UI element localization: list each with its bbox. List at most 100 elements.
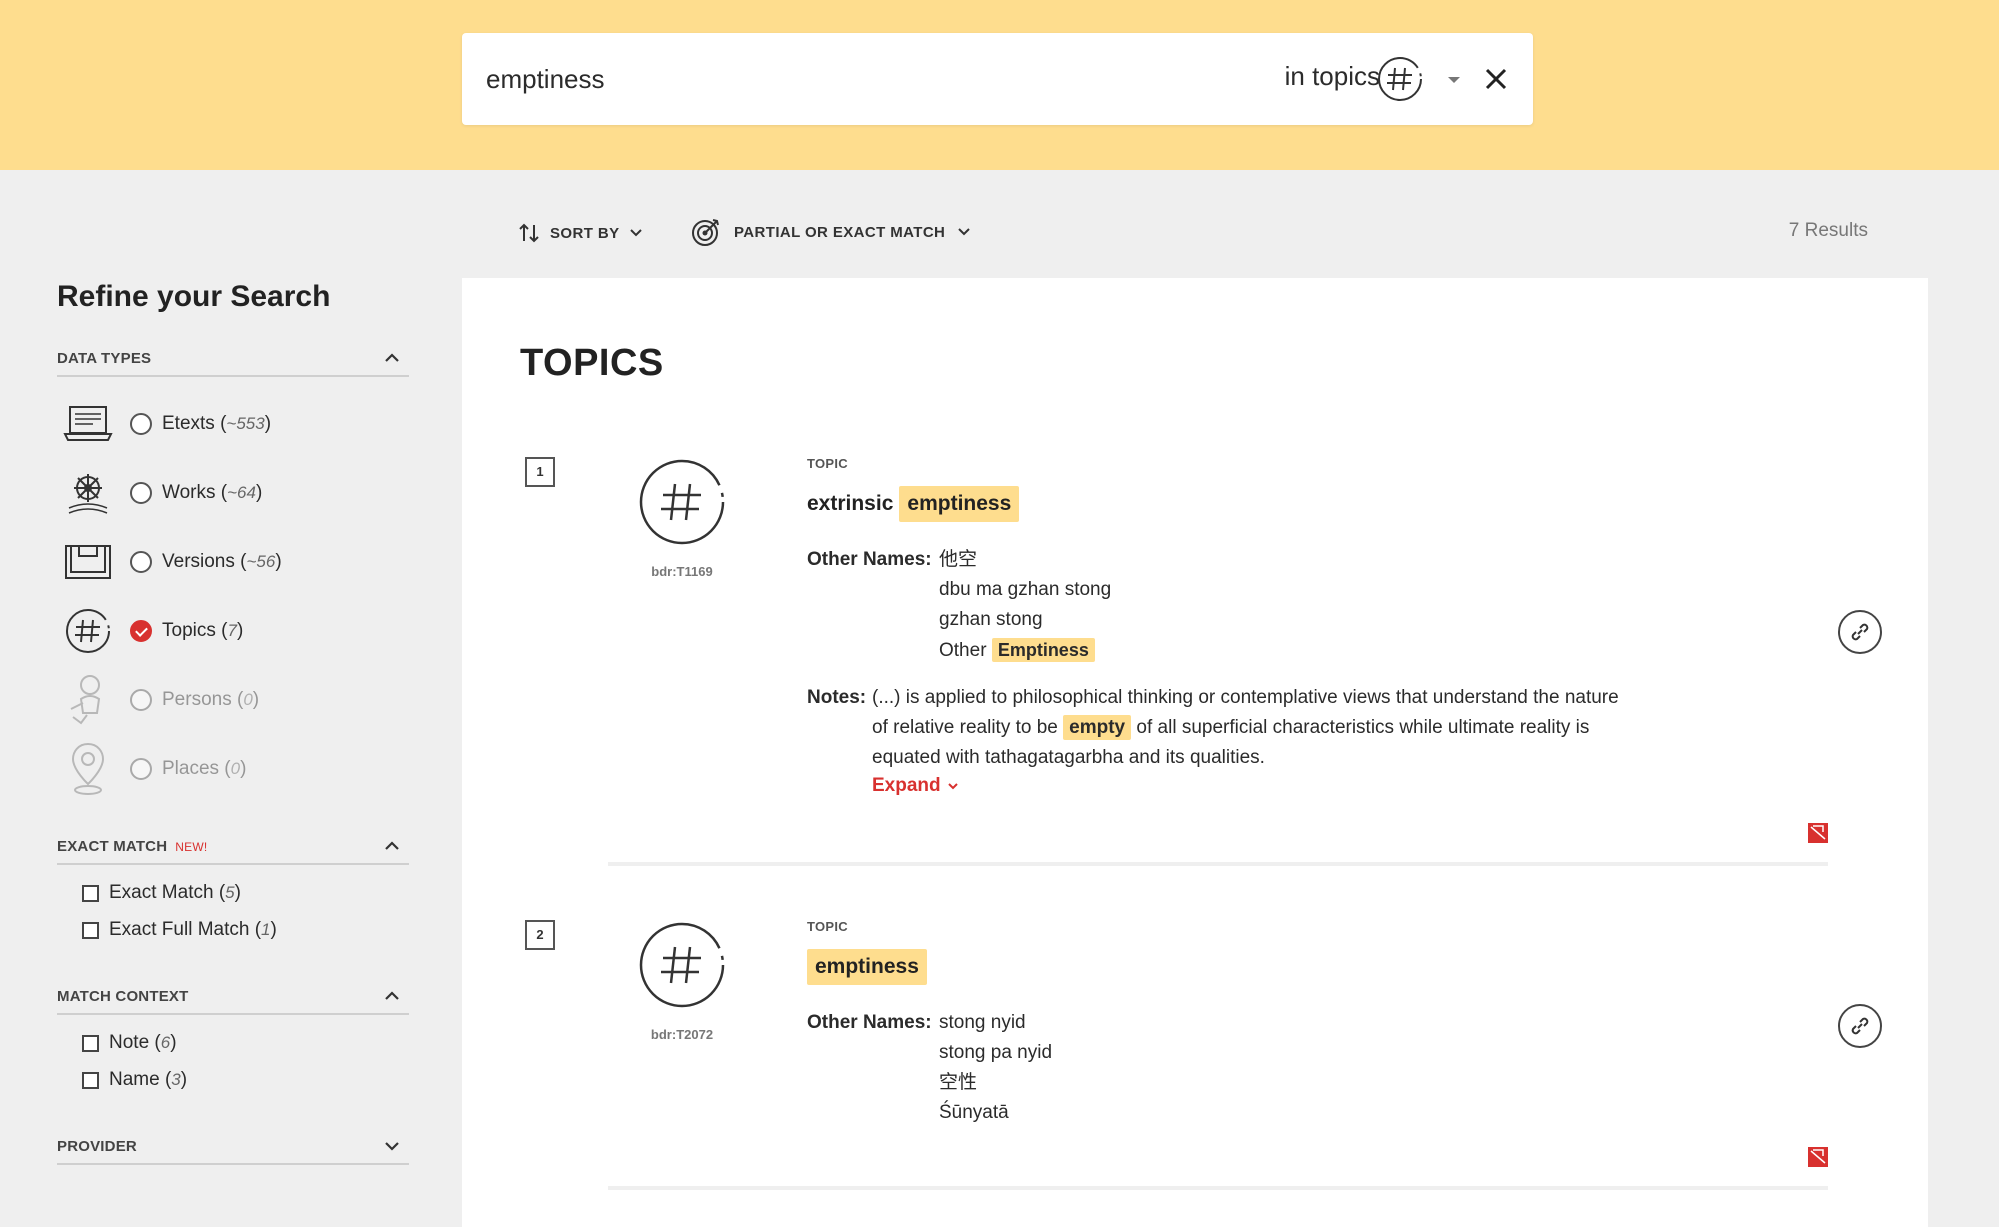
sort-arrows-icon: [519, 223, 539, 243]
close-icon[interactable]: [1480, 63, 1512, 95]
data-type-etexts[interactable]: Etexts (~553): [60, 394, 271, 454]
data-type-works[interactable]: Works (~64): [60, 463, 262, 523]
permalink-button[interactable]: [1838, 1004, 1882, 1048]
notes-line: of relative reality to be empty of all s…: [872, 713, 1732, 743]
hashtag-icon[interactable]: [638, 458, 726, 546]
checkbox-note[interactable]: Note (6): [82, 1032, 177, 1054]
result-kind: TOPIC: [807, 456, 848, 471]
notes-line: (...) is applied to philosophical thinki…: [872, 687, 1619, 708]
provider-logo-icon[interactable]: [1808, 1147, 1828, 1167]
other-name: 空性: [939, 1072, 978, 1093]
data-type-label: Etexts: [162, 413, 215, 434]
data-type-count: 7: [227, 621, 237, 640]
data-type-places[interactable]: Places (0): [60, 739, 246, 799]
other-name: Śūnyatā: [939, 1102, 1009, 1123]
facet-header-exact-match[interactable]: EXACT MATCH NEW!: [57, 829, 409, 865]
checkbox[interactable]: [82, 884, 99, 902]
checkbox[interactable]: [82, 921, 99, 939]
result-title[interactable]: extrinsic emptiness: [807, 486, 1020, 522]
checkbox-name[interactable]: Name (3): [82, 1069, 187, 1091]
facet-header-provider[interactable]: PROVIDER: [57, 1129, 409, 1165]
facet-header-data-types[interactable]: DATA TYPES: [57, 341, 409, 377]
data-type-label: Topics: [162, 620, 216, 641]
match-mode-button[interactable]: PARTIAL OR EXACT MATCH: [690, 215, 971, 249]
chevron-down-icon: [630, 229, 643, 237]
facet-heading: DATA TYPES: [57, 349, 152, 367]
result-title[interactable]: emptiness: [807, 949, 927, 985]
other-name-prefix: Other: [939, 640, 987, 661]
other-name: stong pa nyid: [939, 1042, 1053, 1063]
other-names-list: 他空 dbu ma gzhan stong gzhan stong Other …: [939, 545, 1111, 666]
hashtag-icon[interactable]: [1376, 55, 1424, 103]
sort-by-button[interactable]: SORT BY: [518, 218, 643, 248]
section-title: TOPICS: [520, 342, 664, 384]
checkbox-exact-match[interactable]: Exact Match (5): [82, 882, 241, 904]
checkbox-label: Name: [109, 1069, 160, 1090]
chevron-down-icon: [958, 228, 971, 236]
radio-topics[interactable]: [130, 620, 152, 642]
field-label: Notes:: [807, 687, 867, 708]
dharma-wheel-icon: [60, 465, 116, 521]
radio-persons[interactable]: [130, 689, 152, 711]
scope-dropdown-caret-icon[interactable]: [1443, 69, 1465, 91]
other-names-list: stong nyid stong pa nyid 空性 Śūnyatā: [939, 1008, 1052, 1128]
checkbox[interactable]: [82, 1071, 99, 1089]
data-type-count: ~56: [246, 552, 276, 571]
link-icon: [1851, 623, 1869, 641]
result-separator: [608, 1186, 1828, 1190]
expand-label: Expand: [872, 775, 941, 796]
radio-versions[interactable]: [130, 551, 152, 573]
field-label: Other Names:: [807, 549, 932, 570]
notes-text: (...) is applied to philosophical thinki…: [872, 683, 1732, 773]
results-panel: TOPICS 1 bdr:T1169 TOPIC extrinsic empti…: [462, 278, 1928, 1227]
person-icon: [60, 672, 116, 728]
notes-line: equated with tathagatagarbha and its qua…: [872, 747, 1265, 768]
link-icon: [1851, 1017, 1869, 1035]
data-type-label: Persons: [162, 689, 232, 710]
refine-title: Refine your Search: [57, 280, 331, 313]
chevron-up-icon: [385, 841, 399, 850]
chevron-up-icon: [385, 353, 399, 362]
target-icon: [692, 219, 719, 246]
search-header: in topics: [0, 0, 1999, 170]
hashtag-icon: [60, 603, 116, 659]
search-input[interactable]: [486, 59, 1186, 99]
radio-works[interactable]: [130, 482, 152, 504]
other-name: dbu ma gzhan stong: [939, 579, 1112, 600]
notes-fragment: of relative reality to be: [872, 717, 1058, 738]
permalink-button[interactable]: [1838, 610, 1882, 654]
hashtag-icon[interactable]: [638, 921, 726, 1009]
checkbox[interactable]: [82, 1034, 99, 1052]
notes-label: Notes:: [807, 683, 866, 713]
data-type-count: 0: [243, 690, 253, 709]
checkbox-count: 3: [171, 1070, 181, 1089]
resource-id: bdr:T1169: [651, 564, 713, 579]
radio-places[interactable]: [130, 758, 152, 780]
other-name-highlight: Emptiness: [991, 638, 1095, 662]
radio-etexts[interactable]: [130, 413, 152, 435]
facet-heading: EXACT MATCH: [57, 837, 168, 855]
result-kind: TOPIC: [807, 919, 848, 934]
result-number[interactable]: 1: [525, 457, 555, 487]
data-type-count: ~553: [226, 414, 265, 433]
facet-heading: PROVIDER: [57, 1137, 137, 1155]
provider-logo-icon[interactable]: [1808, 823, 1828, 843]
other-names-label: Other Names:: [807, 1008, 932, 1038]
data-type-count: 0: [230, 759, 241, 778]
map-pin-icon: [60, 741, 116, 797]
laptop-icon: [60, 396, 116, 452]
expand-link[interactable]: Expand: [872, 775, 959, 797]
checkbox-count: 1: [261, 920, 271, 939]
data-type-count: ~64: [227, 483, 256, 502]
data-type-label: Places: [162, 758, 220, 779]
result-number[interactable]: 2: [525, 920, 555, 950]
sort-by-label: SORT BY: [550, 224, 620, 242]
facet-header-match-context[interactable]: MATCH CONTEXT: [57, 979, 409, 1015]
data-type-versions[interactable]: Versions (~56): [60, 532, 282, 592]
checkbox-exact-full-match[interactable]: Exact Full Match (1): [82, 919, 277, 941]
data-type-persons[interactable]: Persons (0): [60, 670, 259, 730]
search-scope-label[interactable]: in topics: [1260, 61, 1380, 92]
result-separator: [608, 862, 1828, 866]
data-type-topics[interactable]: Topics (7): [60, 601, 243, 661]
search-bar: in topics: [462, 33, 1533, 125]
